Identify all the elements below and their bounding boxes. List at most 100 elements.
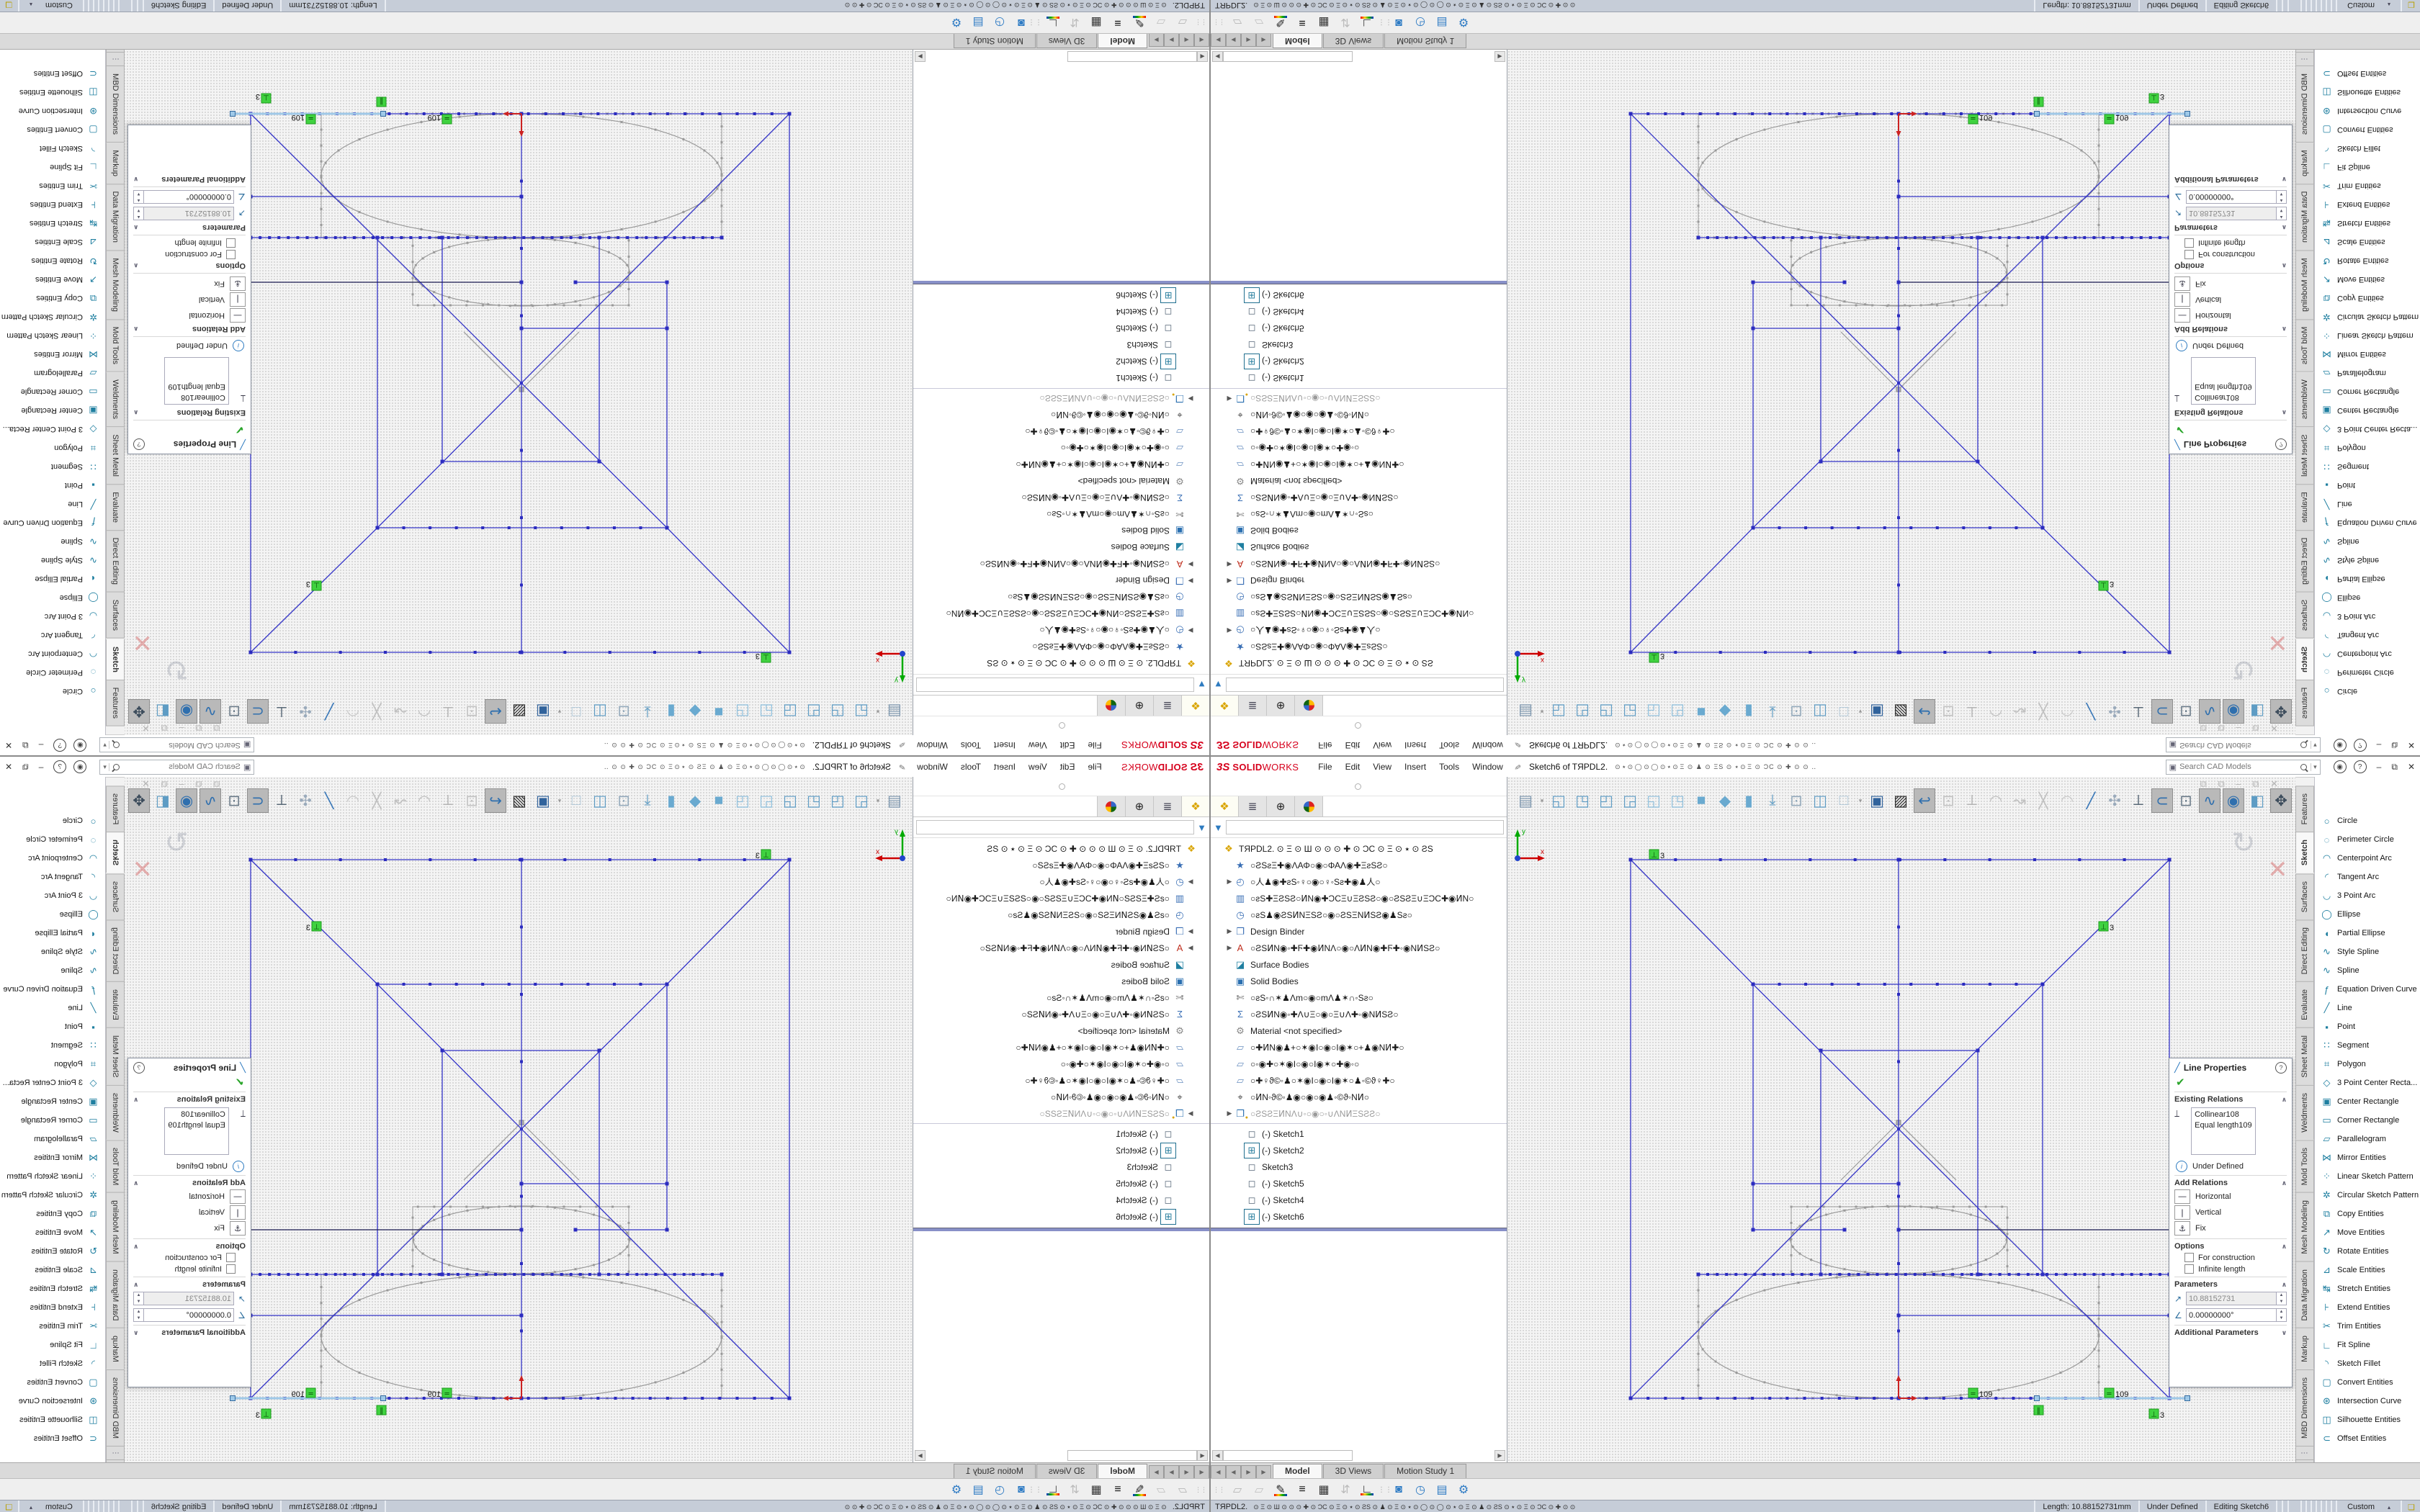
toolbar-icon-10[interactable]: ▮: [660, 788, 682, 813]
command-tab-markup[interactable]: Markup: [106, 143, 125, 184]
sketch-point[interactable]: [449, 305, 452, 307]
toolbar-icon-13[interactable]: ◫: [589, 699, 611, 724]
display-icon-5[interactable]: ⇵: [1335, 1482, 1356, 1497]
sketch-point[interactable]: [1773, 236, 1775, 239]
toolbar-icon-13[interactable]: ◫: [1809, 699, 1831, 724]
sketch-point[interactable]: [1681, 1397, 1684, 1400]
sketch-point[interactable]: [1960, 1273, 1963, 1276]
featuremanager-tab-3[interactable]: [1295, 696, 1323, 716]
sketch-point[interactable]: [1985, 1219, 1987, 1221]
relation-button-icon[interactable]: ❘: [230, 292, 246, 307]
gray-peak-left[interactable]: [521, 1122, 579, 1180]
sketch-point[interactable]: [1864, 1207, 1866, 1209]
sketch-point[interactable]: [277, 236, 280, 239]
sketch-point[interactable]: [2059, 1372, 2061, 1374]
checkbox[interactable]: [226, 250, 236, 259]
relation-button-icon[interactable]: ⚓: [230, 1221, 246, 1236]
sketch-point[interactable]: [563, 305, 565, 307]
confirmation-cancel-icon[interactable]: ✕: [2267, 855, 2288, 884]
sketch-endpoint[interactable]: [520, 651, 524, 654]
sketch-point[interactable]: [259, 1273, 261, 1276]
sketch-point[interactable]: [1825, 246, 1827, 248]
relation-tag-number[interactable]: 109: [2115, 1390, 2128, 1399]
display-icon-6[interactable]: ∟: [1042, 1483, 1064, 1496]
tree-item-18[interactable]: ⊞(-) Sketch2: [913, 1142, 1209, 1158]
sketch-point[interactable]: [1792, 1232, 1794, 1234]
section-existing-relations[interactable]: Existing Relations: [177, 408, 246, 417]
search-caret-icon[interactable]: ▾: [103, 742, 109, 750]
minimize-button[interactable]: –: [39, 762, 44, 772]
palette-item-offset-entities[interactable]: ⊂Offset Entities: [0, 64, 105, 83]
ok-check-icon[interactable]: ✔: [2176, 1076, 2287, 1089]
tab-nav-3[interactable]: ▶: [1256, 1465, 1271, 1479]
sketch-point[interactable]: [2059, 211, 2061, 213]
search-input[interactable]: ▣ Search CAD Models ▾: [99, 738, 254, 753]
sketch-point[interactable]: [492, 1397, 495, 1400]
display-icon-3[interactable]: ≡: [1291, 16, 1313, 29]
command-tab-features[interactable]: Features: [2295, 786, 2314, 832]
sketch-point[interactable]: [1960, 1397, 1963, 1400]
sketch-point[interactable]: [296, 1273, 299, 1276]
sketch-point[interactable]: [2083, 236, 2086, 239]
toolbar-icon-6[interactable]: ◱: [756, 788, 777, 813]
sketch-point[interactable]: [315, 236, 318, 239]
featuremanager-tab-0[interactable]: ❖: [1211, 796, 1239, 816]
relation-tag-number[interactable]: 3: [2160, 1411, 2164, 1420]
sketch-point[interactable]: [1823, 1206, 1825, 1208]
sketch-point[interactable]: [1970, 1214, 1972, 1216]
sketch-point[interactable]: [520, 1061, 523, 1063]
sketch-point[interactable]: [1989, 1273, 1991, 1276]
sketch-point[interactable]: [520, 247, 523, 250]
sketch-point[interactable]: [2123, 858, 2126, 861]
palette-item-partial-ellipse[interactable]: ◖Partial Ellipse: [0, 570, 105, 588]
sketch-point[interactable]: [2098, 192, 2100, 194]
sketch-point[interactable]: [1785, 1397, 1788, 1400]
sketch-point[interactable]: [1734, 1273, 1737, 1276]
sketch-point[interactable]: [2123, 651, 2126, 654]
sketch-point[interactable]: [386, 220, 388, 222]
tree-item-16[interactable]: ▶❐●○ƧSƧΞͶNΛ∪◦○◉○◦∪ΛNͶΞSƧƧ○: [1211, 1105, 1507, 1122]
sketch-point[interactable]: [359, 138, 361, 140]
display-icon-2[interactable]: ✎: [1129, 1482, 1150, 1497]
relation-tag-number[interactable]: 3: [1660, 852, 1664, 860]
sketch-point[interactable]: [1698, 141, 1700, 143]
sketch-endpoint[interactable]: [1897, 858, 1901, 862]
tree-item-14[interactable]: ▱○✚♀ϑ©◦♟○✶◉Ι○◉○Ι◉✶○♟◦©ϑ♀✚○: [913, 1072, 1209, 1089]
tree-item-12[interactable]: ▱○✚ͶN◉♟+○✶◉Ι○◉○Ι◉✶○+♟◉NͶ✚○: [1211, 456, 1507, 473]
toolbar-icon-15[interactable]: ▾: [556, 699, 563, 724]
pin-icon[interactable]: ✎: [897, 741, 908, 749]
sketch-point[interactable]: [487, 1271, 489, 1273]
sketch-point[interactable]: [655, 1290, 657, 1292]
menu-edit[interactable]: Edit: [1054, 762, 1082, 772]
chevron-down-icon[interactable]: ∨: [2282, 1329, 2287, 1337]
tree-item-14[interactable]: ▱○✚♀ϑ©◦♟○✶◉Ι○◉○Ι◉✶○♟◦©ϑ♀✚○: [1211, 1072, 1507, 1089]
option-checkbox-for-construction[interactable]: For construction: [133, 1253, 236, 1262]
sketch-point[interactable]: [1764, 858, 1767, 861]
command-tab-features[interactable]: Features: [2295, 680, 2314, 726]
sketch-point[interactable]: [554, 1207, 556, 1209]
sketch-point[interactable]: [1829, 236, 1832, 239]
sketch-point[interactable]: [1897, 180, 1900, 183]
tree-item-8[interactable]: ▣Solid Bodies: [1211, 523, 1507, 539]
section-additional-parameters[interactable]: Additional Parameters: [161, 175, 246, 184]
sketch-point[interactable]: [467, 300, 469, 302]
palette-item-circle[interactable]: ○Circle: [2315, 811, 2420, 830]
palette-item-fit-spline[interactable]: ∟Fit Spline: [2315, 1336, 2420, 1354]
palette-item-segment[interactable]: ∷Segment: [0, 1036, 105, 1055]
palette-item-partial-ellipse[interactable]: ◖Partial Ellipse: [2315, 570, 2420, 588]
section-existing-relations[interactable]: Existing Relations: [2174, 408, 2243, 417]
command-tab-mold-tools[interactable]: Mold Tools: [2295, 1140, 2314, 1192]
sketch-point[interactable]: [628, 305, 630, 307]
filter-funnel-icon[interactable]: ▼: [1197, 680, 1206, 690]
selected-endpoint[interactable]: [381, 112, 386, 117]
sketch-point[interactable]: [1886, 236, 1888, 239]
sketch-endpoint[interactable]: [1629, 858, 1633, 862]
add-relation-horizontal[interactable]: —Horizontal: [2174, 1189, 2287, 1204]
featuremanager-tab-0[interactable]: ❖: [1181, 696, 1209, 716]
sketch-point[interactable]: [1994, 112, 1997, 115]
sketch-origin-y-arrow[interactable]: [1896, 131, 1901, 137]
command-tab-sheet-metal[interactable]: Sheet Metal: [106, 427, 125, 485]
sketch-point[interactable]: [1829, 1273, 1832, 1276]
sketch-point[interactable]: [736, 112, 739, 115]
sketch-point[interactable]: [1801, 1273, 1803, 1276]
